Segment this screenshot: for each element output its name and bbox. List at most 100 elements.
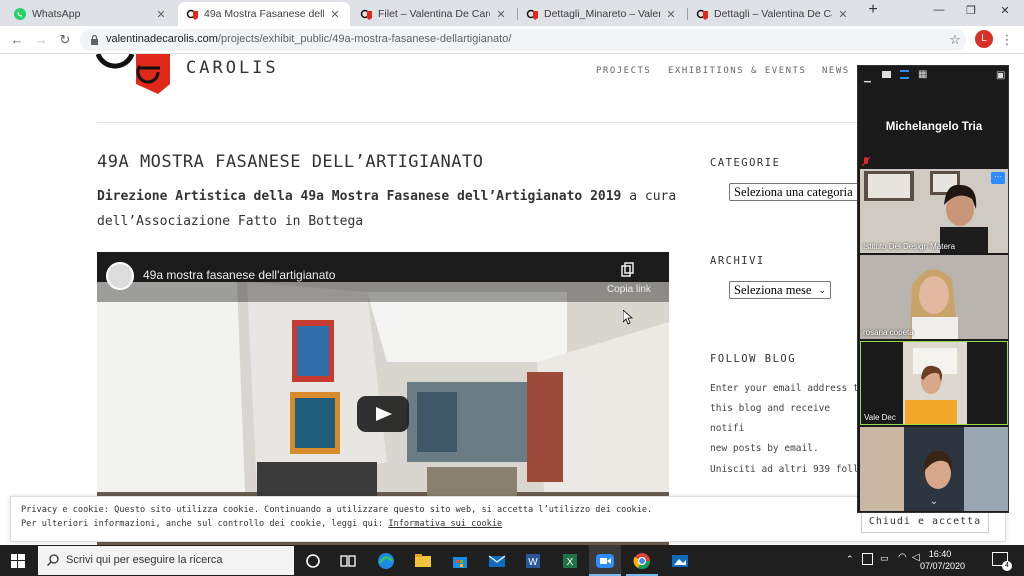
edge-icon[interactable] (376, 551, 396, 571)
play-button[interactable] (357, 396, 409, 432)
photos-icon[interactable] (670, 551, 690, 571)
participant-video (860, 169, 1008, 253)
tab-dettagli-minareto[interactable]: Dettagli_Minareto – Valentina D ✕ (518, 2, 686, 26)
excel-icon[interactable]: X (560, 551, 580, 571)
follow-text-line: this blog and receive notifi (710, 403, 831, 434)
tab-title: WhatsApp (32, 8, 81, 20)
close-icon[interactable]: ✕ (494, 8, 508, 21)
windows-start-icon[interactable] (11, 554, 25, 568)
word-icon[interactable]: W (523, 551, 543, 571)
minimize-icon[interactable]: — (928, 4, 950, 16)
copy-link-icon[interactable] (621, 262, 635, 278)
participant-tile[interactable]: ··· Istituto Del Design Matera (860, 169, 1008, 253)
restore-icon[interactable]: ❐ (960, 4, 982, 17)
more-options-icon[interactable]: ··· (991, 172, 1005, 184)
archives-select[interactable]: Seleziona mese ⌄ (729, 281, 831, 299)
follow-blog-heading: FOLLOW BLOG (710, 353, 797, 365)
site-favicon-icon (696, 9, 708, 20)
notification-center-icon[interactable]: 4 (992, 552, 1012, 571)
menu-kebab-icon[interactable]: ⋮ (998, 31, 1016, 49)
search-icon (47, 554, 59, 566)
svg-text:W: W (528, 557, 538, 568)
close-icon[interactable]: ✕ (154, 8, 168, 21)
browser-toolbar: ← → ↻ valentinadecarolis.com/projects/ex… (0, 26, 1024, 54)
zoom-meeting-panel[interactable]: ▁ ▦ ▣ Michelangelo Tria ··· Istituto Del… (857, 65, 1009, 513)
post-subtitle-bold: Direzione Artistica della 49a Mostra Fas… (97, 189, 622, 204)
back-arrow-icon[interactable]: ← (8, 31, 26, 49)
categories-heading: CATEGORIE (710, 157, 781, 169)
play-icon (376, 407, 392, 421)
zoom-taskbar-item[interactable] (589, 545, 621, 576)
wifi-icon[interactable]: ◠ (898, 552, 907, 563)
forward-arrow-icon[interactable]: → (32, 31, 50, 49)
accept-cookies-button[interactable]: Chiudi e accetta (861, 511, 989, 533)
tab-title: Filet – Valentina De Carolis (378, 8, 490, 20)
lock-icon (91, 35, 98, 45)
cookie-policy-link[interactable]: Informativa sui cookie (388, 519, 502, 529)
site-logo[interactable] (96, 54, 172, 94)
site-brand-name[interactable]: CAROLIS (186, 58, 279, 78)
zoom-grid-icon[interactable]: ▦ (918, 70, 927, 80)
post-title: 49A MOSTRA FASANESE DELL’ARTIGIANATO (97, 152, 484, 172)
mail-icon[interactable] (487, 551, 507, 571)
bookmark-star-icon[interactable]: ☆ (946, 31, 964, 49)
url-text: valentinadecarolis.com/projects/exhibit_… (106, 33, 511, 45)
archives-heading: ARCHIVI (710, 255, 765, 267)
close-icon[interactable]: ✕ (328, 8, 342, 21)
zoom-gallery-strip-icon[interactable] (900, 70, 909, 79)
participant-name: Vale Dec (864, 413, 896, 422)
reload-icon[interactable]: ↻ (56, 31, 74, 49)
tab-filet[interactable]: Filet – Valentina De Carolis ✕ (352, 2, 516, 26)
zoom-speaker-view-icon[interactable] (882, 71, 891, 78)
video-title[interactable]: 49a mostra fasanese dell'artigianato (143, 268, 335, 282)
follow-text-line: Enter your email address to (710, 383, 865, 394)
network-tray-icon[interactable] (862, 553, 873, 565)
chrome-taskbar-item[interactable] (626, 545, 658, 576)
categories-select[interactable]: Seleziona una categoria (729, 183, 859, 201)
mouse-cursor-icon (623, 310, 633, 325)
zoom-exit-fullscreen-icon[interactable]: ▣ (996, 70, 1005, 81)
task-view-icon[interactable] (338, 551, 358, 571)
zoom-app-icon (596, 554, 614, 568)
address-bar[interactable]: valentinadecarolis.com/projects/exhibit_… (80, 29, 966, 51)
search-placeholder: Scrivi qui per eseguire la ricerca (66, 554, 223, 566)
volume-icon[interactable]: ◁ (912, 552, 920, 563)
store-icon[interactable] (450, 551, 470, 571)
site-favicon-icon (186, 8, 198, 20)
battery-icon[interactable]: ▭ (880, 553, 889, 564)
new-tab-button[interactable]: + (862, 1, 884, 19)
nav-news[interactable]: NEWS (822, 66, 850, 76)
profile-avatar[interactable]: L (975, 30, 993, 48)
chrome-icon (633, 553, 651, 570)
taskbar-search-box[interactable]: Scrivi qui per eseguire la ricerca (38, 546, 294, 575)
follow-blog-text: Enter your email address to this blog an… (710, 379, 870, 459)
close-icon[interactable]: ✕ (664, 8, 678, 21)
participant-name: rosaria copeta (863, 328, 914, 337)
windows-taskbar: Scrivi qui per eseguire la ricerca W X ⌃… (0, 545, 1024, 576)
close-window-icon[interactable]: ✕ (994, 4, 1016, 17)
tab-mostra[interactable]: 49a Mostra Fasanese dell'Artigia ✕ (178, 2, 350, 26)
mic-muted-icon (862, 157, 870, 167)
svg-text:X: X (567, 557, 574, 568)
chevron-down-icon[interactable]: ⌄ (858, 496, 1010, 507)
chevron-up-icon[interactable]: ⌃ (846, 554, 854, 565)
tab-dettagli[interactable]: Dettagli – Valentina De Carolis ✕ (688, 2, 858, 26)
clock-time[interactable]: 16:40 (920, 549, 960, 559)
followers-count-text: Unisciti ad altri 939 follo (710, 464, 865, 475)
tab-whatsapp[interactable]: WhatsApp ✕ (6, 2, 176, 26)
tab-title: 49a Mostra Fasanese dell'Artigia (204, 8, 324, 20)
channel-avatar[interactable] (106, 262, 134, 290)
file-explorer-icon[interactable] (413, 551, 433, 571)
zoom-minimize-icon[interactable]: ▁ (864, 72, 871, 83)
tab-title: Dettagli_Minareto – Valentina D (544, 8, 660, 20)
url-path: /projects/exhibit_public/49a-mostra-fasa… (217, 33, 512, 45)
nav-exhibitions-events[interactable]: EXHIBITIONS & EVENTS (668, 66, 806, 76)
participant-tile[interactable]: rosaria copeta (860, 255, 1008, 339)
nav-projects[interactable]: PROJECTS (596, 66, 651, 76)
copy-link-label[interactable]: Copia link (607, 284, 651, 295)
close-icon[interactable]: ✕ (836, 8, 850, 21)
cortana-icon[interactable] (303, 551, 323, 571)
participant-tile-speaking[interactable]: Vale Dec (860, 341, 1008, 425)
clock-date[interactable]: 07/07/2020 (920, 561, 965, 571)
follow-text-line: new posts by email. (710, 443, 819, 454)
